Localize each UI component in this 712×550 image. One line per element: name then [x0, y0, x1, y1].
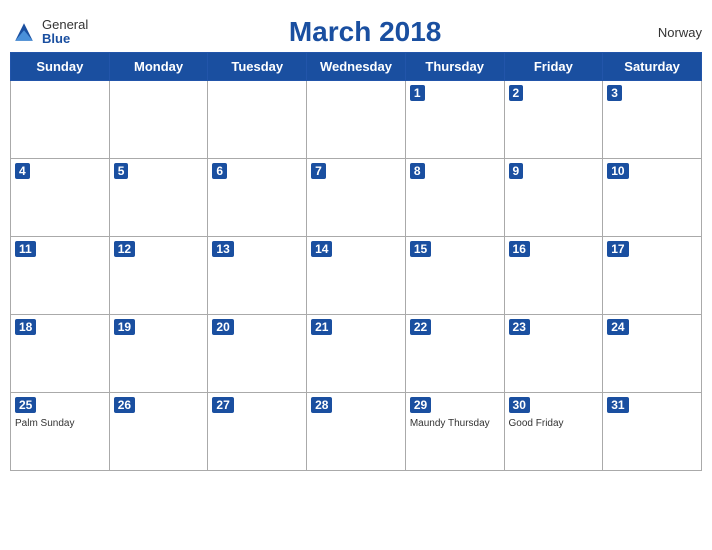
calendar-cell: 31: [603, 393, 702, 471]
header-wednesday: Wednesday: [307, 53, 406, 81]
date-number: 22: [410, 319, 431, 335]
calendar-cell: 17: [603, 237, 702, 315]
date-number: 4: [15, 163, 30, 179]
header-friday: Friday: [504, 53, 603, 81]
header-tuesday: Tuesday: [208, 53, 307, 81]
logo-area: General Blue: [10, 18, 88, 47]
calendar-cell: 9: [504, 159, 603, 237]
date-number: 10: [607, 163, 628, 179]
calendar-cell: 25 Palm Sunday: [11, 393, 110, 471]
header-saturday: Saturday: [603, 53, 702, 81]
calendar-cell: 24: [603, 315, 702, 393]
holiday-label: Good Friday: [509, 417, 599, 430]
date-number: 21: [311, 319, 332, 335]
date-number: 30: [509, 397, 530, 413]
calendar-week-row: 25 Palm Sunday 26 27 28 29 Maundy Thursday 30 Go…: [11, 393, 702, 471]
date-number: 25: [15, 397, 36, 413]
calendar-header: General Blue March 2018 Norway: [10, 10, 702, 52]
calendar-week-row: 4 5 6 7 8 9 10: [11, 159, 702, 237]
calendar-container: General Blue March 2018 Norway Sunday Mo…: [10, 10, 702, 471]
calendar-cell: 1: [405, 81, 504, 159]
header-monday: Monday: [109, 53, 208, 81]
calendar-cell: 19: [109, 315, 208, 393]
calendar-cell: 23: [504, 315, 603, 393]
date-number: 26: [114, 397, 135, 413]
calendar-cell: 29 Maundy Thursday: [405, 393, 504, 471]
date-number: 13: [212, 241, 233, 257]
calendar-cell: 27: [208, 393, 307, 471]
date-number: 19: [114, 319, 135, 335]
calendar-cell: [307, 81, 406, 159]
calendar-week-row: 1 2 3: [11, 81, 702, 159]
date-number: 12: [114, 241, 135, 257]
calendar-grid: Sunday Monday Tuesday Wednesday Thursday…: [10, 52, 702, 471]
calendar-week-row: 11 12 13 14 15 16 17: [11, 237, 702, 315]
weekday-header-row: Sunday Monday Tuesday Wednesday Thursday…: [11, 53, 702, 81]
date-number: 23: [509, 319, 530, 335]
calendar-cell: 5: [109, 159, 208, 237]
header-sunday: Sunday: [11, 53, 110, 81]
logo-icon: [10, 18, 38, 46]
date-number: 28: [311, 397, 332, 413]
calendar-cell: 21: [307, 315, 406, 393]
date-number: 8: [410, 163, 425, 179]
date-number: 15: [410, 241, 431, 257]
calendar-cell: 12: [109, 237, 208, 315]
date-number: 1: [410, 85, 425, 101]
date-number: 17: [607, 241, 628, 257]
calendar-title: March 2018: [88, 16, 642, 48]
date-number: 20: [212, 319, 233, 335]
date-number: 9: [509, 163, 524, 179]
calendar-cell: 28: [307, 393, 406, 471]
holiday-label: Palm Sunday: [15, 417, 105, 430]
calendar-cell: 30 Good Friday: [504, 393, 603, 471]
calendar-cell: 22: [405, 315, 504, 393]
date-number: 18: [15, 319, 36, 335]
calendar-cell: 11: [11, 237, 110, 315]
date-number: 2: [509, 85, 524, 101]
date-number: 31: [607, 397, 628, 413]
date-number: 24: [607, 319, 628, 335]
calendar-cell: 16: [504, 237, 603, 315]
calendar-cell: 18: [11, 315, 110, 393]
calendar-cell: 2: [504, 81, 603, 159]
date-number: 27: [212, 397, 233, 413]
calendar-cell: [208, 81, 307, 159]
logo-text: General Blue: [42, 18, 88, 47]
country-label: Norway: [642, 25, 702, 40]
calendar-cell: 7: [307, 159, 406, 237]
calendar-cell: 15: [405, 237, 504, 315]
calendar-cell: 13: [208, 237, 307, 315]
date-number: 14: [311, 241, 332, 257]
date-number: 7: [311, 163, 326, 179]
date-number: 29: [410, 397, 431, 413]
date-number: 11: [15, 241, 36, 257]
calendar-cell: 3: [603, 81, 702, 159]
calendar-cell: [109, 81, 208, 159]
date-number: 6: [212, 163, 227, 179]
holiday-label: Maundy Thursday: [410, 417, 500, 430]
calendar-cell: 6: [208, 159, 307, 237]
date-number: 3: [607, 85, 622, 101]
logo-general-text: General: [42, 18, 88, 32]
calendar-cell: 10: [603, 159, 702, 237]
calendar-cell: 14: [307, 237, 406, 315]
calendar-week-row: 18 19 20 21 22 23 24: [11, 315, 702, 393]
date-number: 16: [509, 241, 530, 257]
logo-blue-text: Blue: [42, 32, 88, 46]
header-thursday: Thursday: [405, 53, 504, 81]
calendar-cell: [11, 81, 110, 159]
calendar-cell: 20: [208, 315, 307, 393]
date-number: 5: [114, 163, 129, 179]
calendar-cell: 4: [11, 159, 110, 237]
calendar-cell: 26: [109, 393, 208, 471]
calendar-cell: 8: [405, 159, 504, 237]
